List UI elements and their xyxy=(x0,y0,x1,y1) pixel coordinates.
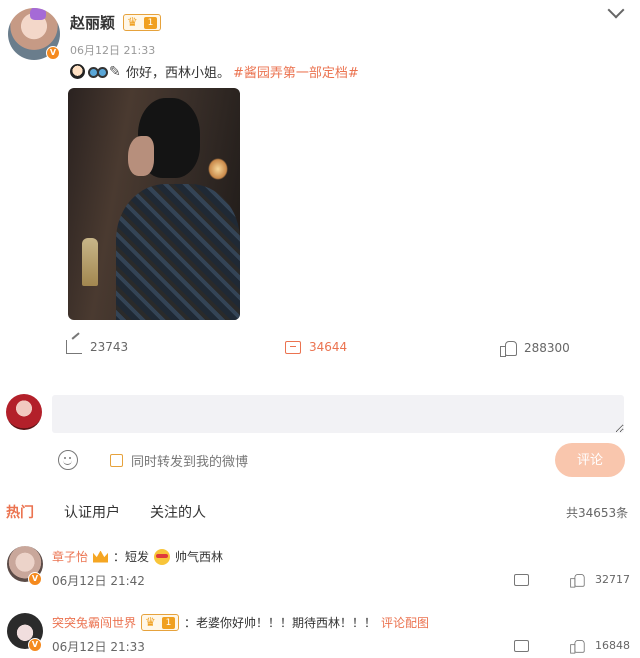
comment-like-count: 16848 xyxy=(595,639,630,652)
comment-total: 共34653条 xyxy=(566,506,629,520)
cool-emoji-icon xyxy=(154,548,171,565)
crown-icon xyxy=(93,550,109,563)
comment-input[interactable] xyxy=(52,395,624,433)
photo-body xyxy=(116,184,240,320)
commenter-name[interactable]: 章子怡 xyxy=(52,548,88,565)
pencil-emoji-icon xyxy=(109,64,123,79)
tab-hot[interactable]: 热门 xyxy=(6,502,34,522)
glasses-emoji-icon xyxy=(88,64,108,79)
lamp-light xyxy=(208,158,228,180)
verified-badge-icon: V xyxy=(28,638,42,652)
vip-level: 1 xyxy=(144,16,158,29)
repost-checkbox[interactable] xyxy=(110,454,123,467)
post-body: 你好，西林小姐。 #酱园弄第一部定档# xyxy=(70,62,359,81)
post-timestamp[interactable]: 06月12日 21:33 xyxy=(70,42,155,58)
chevron-down-icon[interactable] xyxy=(607,1,625,19)
tab-following[interactable]: 关注的人 xyxy=(150,502,206,522)
repost-count: 23743 xyxy=(90,340,129,354)
like-count: 288300 xyxy=(524,340,570,355)
thumbs-up-icon xyxy=(500,340,517,357)
comment-button[interactable]: 34644 xyxy=(285,340,347,354)
reply-icon[interactable] xyxy=(514,639,529,652)
share-icon xyxy=(66,340,82,354)
commenter-name[interactable]: 突突兔霸闯世界 xyxy=(52,614,136,631)
comment-text-2: 帅气西林 xyxy=(175,550,224,564)
comment-timestamp: 06月12日 21:33 xyxy=(52,640,145,654)
author-name[interactable]: 赵丽颖 xyxy=(70,12,115,33)
verified-badge-icon: V xyxy=(28,572,42,586)
crown-icon: ♛ xyxy=(145,615,156,629)
comment-count: 34644 xyxy=(309,340,348,354)
vip-badge[interactable]: ♛ 1 xyxy=(123,14,162,31)
repost-button[interactable]: 23743 xyxy=(66,340,128,354)
comment-icon xyxy=(285,340,301,354)
reply-icon[interactable] xyxy=(514,573,529,586)
submit-comment-button[interactable]: 评论 xyxy=(555,443,625,477)
post-text: 你好，西林小姐。 xyxy=(126,66,231,81)
photo-glass xyxy=(82,238,98,286)
thumbs-up-icon[interactable] xyxy=(570,639,585,654)
face-emoji-icon xyxy=(70,64,85,79)
repost-checkbox-label: 同时转发到我的微博 xyxy=(131,455,249,470)
comment-actions: 32717 xyxy=(514,572,630,588)
vip-level: 1 xyxy=(162,616,176,629)
post-photo[interactable] xyxy=(68,88,240,320)
current-user-avatar[interactable] xyxy=(6,394,42,430)
author-line: 赵丽颖 ♛ 1 xyxy=(70,12,162,33)
list-item: 章子怡 ：短发 帅气西林 xyxy=(52,548,223,565)
emoji-icon[interactable] xyxy=(58,450,78,470)
verified-badge-icon: V xyxy=(46,46,60,60)
crown-icon: ♛ xyxy=(127,15,138,29)
like-button[interactable]: 288300 xyxy=(500,340,570,357)
repost-checkbox-row[interactable]: 同时转发到我的微博 xyxy=(110,451,248,470)
vip-badge[interactable]: ♛ 1 xyxy=(141,614,180,631)
photo-face xyxy=(128,136,154,176)
list-item: 突突兔霸闯世界 ♛ 1 ：老婆你好帅！！！期待西林！！！ 评论配图 xyxy=(52,614,429,631)
comment-tabs: 热门 认证用户 关注的人 xyxy=(6,502,206,522)
post-hashtag[interactable]: #酱园弄第一部定档# xyxy=(233,62,359,81)
comment-text: ：老婆你好帅！！！期待西林！！！ xyxy=(184,616,377,630)
tab-verified[interactable]: 认证用户 xyxy=(64,502,120,522)
comment-like-count: 32717 xyxy=(595,573,630,586)
comment-image-link[interactable]: 评论配图 xyxy=(381,614,429,631)
avatar-pendant xyxy=(30,8,46,20)
thumbs-up-icon[interactable] xyxy=(570,573,585,588)
comment-actions: 16848 xyxy=(514,638,630,654)
comment-text: ：短发 xyxy=(113,550,150,564)
comment-timestamp: 06月12日 21:42 xyxy=(52,574,145,588)
